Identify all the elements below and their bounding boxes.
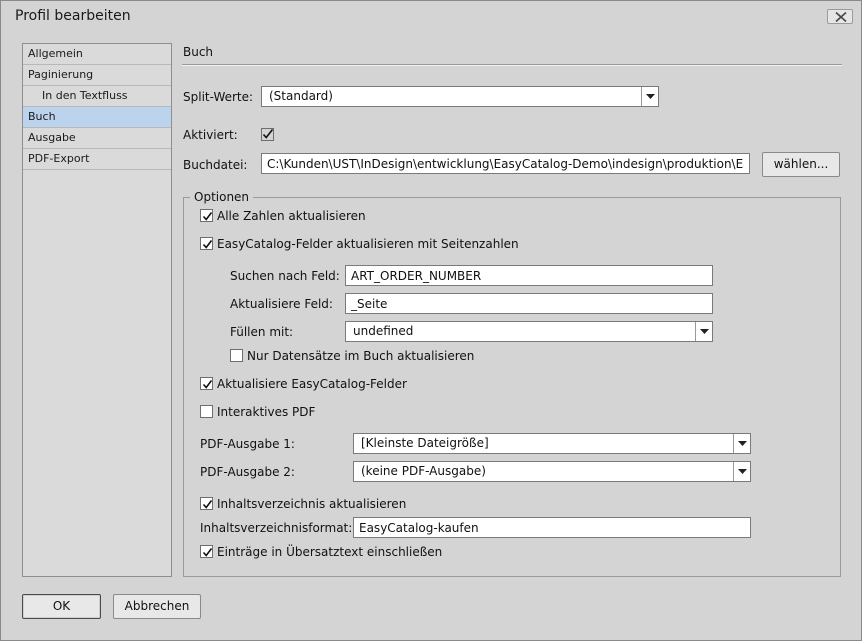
update-ec-fields-label: Aktualisiere EasyCatalog-Felder (217, 377, 407, 391)
include-overset-checkbox[interactable] (200, 545, 213, 558)
sidebar-item-buch[interactable]: Buch (23, 107, 171, 128)
sidebar-item-label: In den Textfluss (42, 89, 128, 102)
include-overset-label: Einträge in Übersatztext einschließen (217, 545, 443, 559)
update-fields-pages-checkbox[interactable] (200, 237, 213, 250)
toc-format-label: Inhaltsverzeichnisformat: (200, 521, 353, 535)
check-icon (202, 380, 213, 389)
update-field-label: Aktualisiere Feld: (230, 297, 333, 311)
window-title: Profil bearbeiten (15, 8, 131, 24)
sidebar-item-pdf-export[interactable]: PDF-Export (23, 149, 171, 170)
chevron-down-icon (738, 469, 747, 474)
update-field-input[interactable] (345, 293, 713, 314)
check-icon (202, 548, 213, 557)
pdf-output-2-label: PDF-Ausgabe 2: (200, 465, 295, 479)
split-select[interactable]: (Standard) (261, 86, 659, 107)
chevron-down-icon (700, 329, 709, 334)
update-fields-pages-label: EasyCatalog-Felder aktualisieren mit Sei… (217, 237, 519, 251)
activated-label: Aktiviert: (183, 128, 238, 142)
sidebar-item-label: PDF-Export (28, 152, 90, 165)
sidebar-item-ausgabe[interactable]: Ausgabe (23, 128, 171, 149)
only-book-records-label: Nur Datensätze im Buch aktualisieren (247, 349, 475, 363)
choose-file-button[interactable]: wählen... (762, 152, 840, 177)
check-icon (202, 240, 213, 249)
bookfile-input[interactable] (261, 153, 750, 174)
search-field-label: Suchen nach Feld: (230, 269, 340, 283)
cancel-button[interactable]: Abbrechen (113, 594, 201, 619)
chevron-down-icon (738, 441, 747, 446)
sidebar-item-label: Buch (28, 110, 56, 123)
title-bar: Profil bearbeiten (1, 1, 861, 31)
sidebar-item-label: Allgemein (28, 47, 83, 60)
section-title: Buch (183, 45, 214, 59)
check-icon (202, 212, 213, 221)
interactive-pdf-label: Interaktives PDF (217, 405, 316, 419)
sidebar: Allgemein Paginierung In den Textfluss B… (22, 43, 172, 577)
ok-button[interactable]: OK (22, 594, 101, 619)
close-icon (835, 12, 847, 22)
sidebar-item-paginierung[interactable]: Paginierung (23, 65, 171, 86)
toc-format-input[interactable] (353, 517, 751, 538)
check-icon (261, 128, 274, 141)
pdf-output-2-dropdown-button[interactable] (733, 462, 750, 481)
options-legend: Optionen (190, 190, 254, 204)
pdf-output-1-label: PDF-Ausgabe 1: (200, 437, 295, 451)
search-field-input[interactable] (345, 265, 713, 286)
update-ec-fields-checkbox[interactable] (200, 377, 213, 390)
fill-with-value: undefined (353, 324, 414, 338)
split-label: Split-Werte: (183, 90, 254, 104)
interactive-pdf-checkbox[interactable] (200, 405, 213, 418)
pdf-output-2-value: (keine PDF-Ausgabe) (361, 464, 486, 478)
fill-with-select[interactable]: undefined (345, 321, 713, 342)
pdf-output-1-dropdown-button[interactable] (733, 434, 750, 453)
update-toc-label: Inhaltsverzeichnis aktualisieren (217, 497, 407, 511)
sidebar-item-label: Ausgabe (28, 131, 76, 144)
sidebar-item-label: Paginierung (28, 68, 94, 81)
update-toc-checkbox[interactable] (200, 497, 213, 510)
sidebar-item-allgemein[interactable]: Allgemein (23, 44, 171, 65)
pdf-output-1-select[interactable]: [Kleinste Dateigröße] (353, 433, 751, 454)
dialog-window: Profil bearbeiten Allgemein Paginierung … (0, 0, 862, 641)
pdf-output-2-select[interactable]: (keine PDF-Ausgabe) (353, 461, 751, 482)
pdf-output-1-value: [Kleinste Dateigröße] (361, 436, 489, 450)
section-divider-highlight (182, 65, 842, 66)
bookfile-label: Buchdatei: (183, 158, 248, 172)
fill-with-dropdown-button[interactable] (695, 322, 712, 341)
split-value: (Standard) (269, 89, 333, 103)
sidebar-item-textfluss[interactable]: In den Textfluss (23, 86, 171, 107)
close-button[interactable] (827, 9, 853, 24)
activated-checkbox[interactable] (261, 128, 274, 141)
fill-with-label: Füllen mit: (230, 325, 294, 339)
update-all-numbers-checkbox[interactable] (200, 209, 213, 222)
chevron-down-icon (646, 94, 655, 99)
check-icon (202, 500, 213, 509)
split-dropdown-button[interactable] (641, 87, 658, 106)
only-book-records-checkbox[interactable] (230, 349, 243, 362)
update-all-numbers-label: Alle Zahlen aktualisieren (217, 209, 366, 223)
